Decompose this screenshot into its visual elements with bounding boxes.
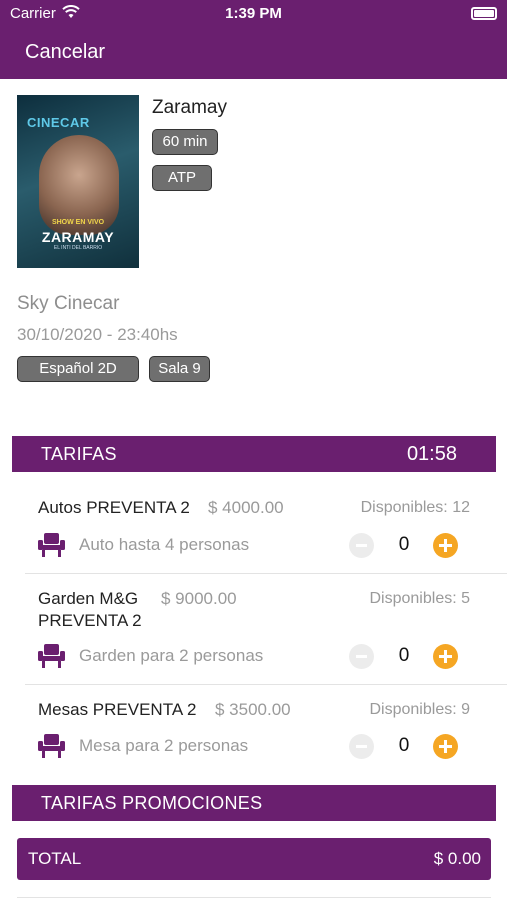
poster-tagline: SHOW EN VIVO bbox=[51, 219, 105, 226]
clock: 1:39 PM bbox=[225, 5, 282, 22]
tarifa-row: Autos PREVENTA 2 $ 4000.00 Disponibles: … bbox=[0, 488, 507, 573]
show-datetime: 30/10/2020 - 23:40hs bbox=[17, 325, 178, 344]
tarifa-description: Auto hasta 4 personas bbox=[79, 535, 250, 554]
decrement-button[interactable] bbox=[349, 533, 374, 558]
tarifa-available: Disponibles: 12 bbox=[360, 499, 470, 516]
decrement-button[interactable] bbox=[349, 644, 374, 669]
tarifa-price: $ 4000.00 bbox=[208, 498, 284, 517]
tarifa-row: Mesas PREVENTA 2 $ 3500.00 Disponibles: … bbox=[0, 685, 507, 775]
poster-logo: CINECAR bbox=[27, 115, 90, 130]
decrement-button[interactable] bbox=[349, 734, 374, 759]
promociones-title: TARIFAS PROMOCIONES bbox=[41, 793, 263, 813]
tarifa-available: Disponibles: 5 bbox=[369, 590, 471, 607]
total-label: TOTAL bbox=[28, 849, 82, 868]
seat-icon bbox=[38, 644, 65, 668]
increment-button[interactable] bbox=[433, 734, 458, 759]
seat-icon bbox=[38, 734, 65, 758]
bottom-divider bbox=[17, 897, 491, 898]
nav-bar: Cancelar bbox=[0, 28, 507, 79]
increment-button[interactable] bbox=[433, 533, 458, 558]
rating-badge: ATP bbox=[152, 165, 212, 191]
total-value: $ 0.00 bbox=[433, 849, 481, 868]
seat-icon bbox=[38, 533, 65, 557]
tarifa-description: Mesa para 2 personas bbox=[79, 736, 249, 755]
tarifa-name: Mesas PREVENTA 2 bbox=[38, 700, 197, 719]
battery-icon bbox=[471, 7, 497, 20]
tarifa-price: $ 9000.00 bbox=[161, 589, 237, 608]
tarifa-name: Garden M&G PREVENTA 2 bbox=[38, 589, 142, 630]
quantity-value: 0 bbox=[398, 645, 410, 666]
language-badge: Español 2D bbox=[17, 356, 139, 382]
tarifa-row: Garden M&G PREVENTA 2 $ 9000.00 Disponib… bbox=[0, 574, 507, 684]
tarifa-description: Garden para 2 personas bbox=[79, 646, 264, 665]
tarifas-header: TARIFAS 01:58 bbox=[12, 436, 496, 472]
tarifa-name: Autos PREVENTA 2 bbox=[38, 498, 190, 517]
cinema-name: Sky Cinecar bbox=[17, 293, 120, 314]
poster-title: ZARAMAY bbox=[41, 229, 115, 245]
tarifa-available: Disponibles: 9 bbox=[369, 701, 471, 718]
quantity-value: 0 bbox=[398, 735, 410, 756]
promociones-header[interactable]: TARIFAS PROMOCIONES bbox=[12, 785, 496, 821]
increment-button[interactable] bbox=[433, 644, 458, 669]
countdown-timer: 01:58 bbox=[406, 443, 457, 465]
quantity-value: 0 bbox=[398, 534, 410, 555]
duration-badge: 60 min bbox=[152, 129, 218, 155]
cancel-button[interactable]: Cancelar bbox=[25, 41, 105, 64]
tarifas-title: TARIFAS bbox=[41, 444, 117, 464]
movie-poster: CINECAR SHOW EN VIVO ZARAMAY EL INTI DEL… bbox=[17, 95, 139, 268]
room-badge: Sala 9 bbox=[149, 356, 210, 382]
poster-subtitle: EL INTI DEL BARRIO bbox=[53, 245, 103, 251]
movie-title: Zaramay bbox=[152, 97, 227, 118]
status-bar: Carrier 1:39 PM bbox=[0, 0, 507, 28]
tarifa-price: $ 3500.00 bbox=[215, 700, 291, 719]
total-bar: TOTAL $ 0.00 bbox=[17, 838, 491, 880]
